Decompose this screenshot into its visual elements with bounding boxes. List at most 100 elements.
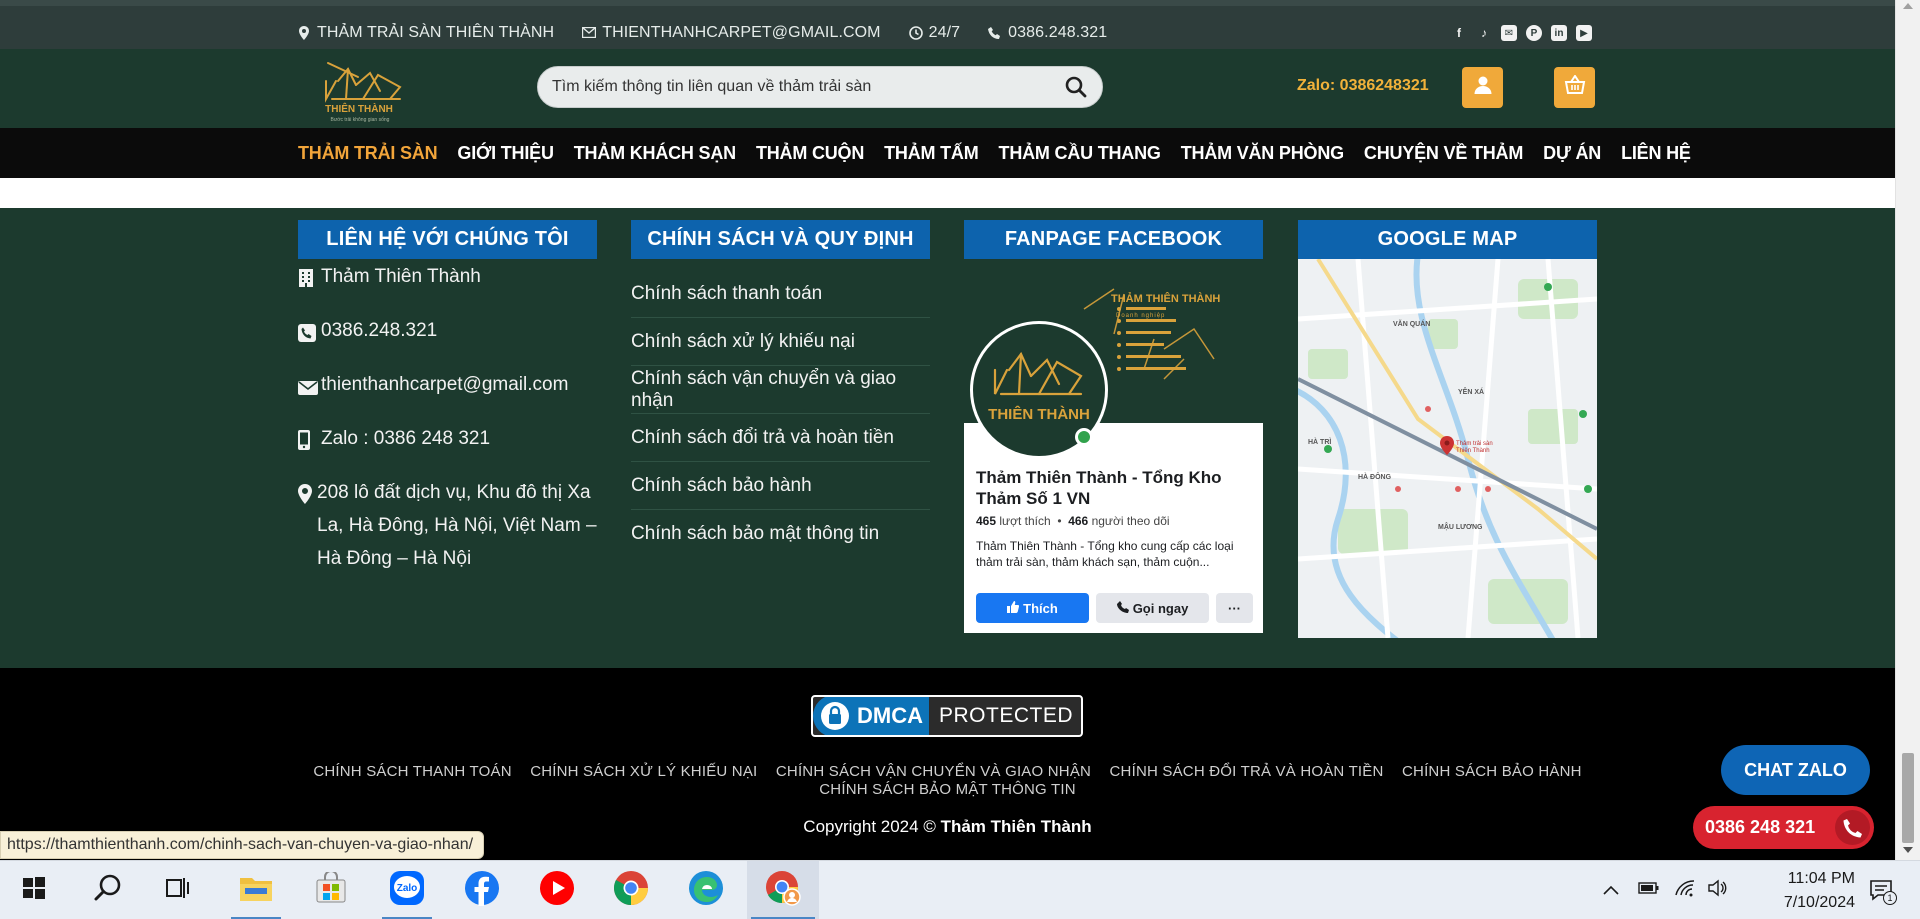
topbar-hours: 24/7 <box>908 24 961 42</box>
mail-icon[interactable]: ✉ <box>1501 25 1517 41</box>
nav-item-tham-tam[interactable]: THẢM TẤM <box>884 143 979 164</box>
phone-icon <box>1116 600 1129 616</box>
dmca-badge[interactable]: DMCA PROTECTED <box>811 693 1083 739</box>
nav-item-tham-cau-thang[interactable]: THẢM CẦU THANG <box>999 143 1161 164</box>
tiktok-icon[interactable]: ♪ <box>1476 25 1492 41</box>
contact-zalo[interactable]: Zalo : 0386 248 321 <box>298 422 598 455</box>
user-icon <box>1473 75 1493 100</box>
taskbar-chrome[interactable] <box>602 861 660 919</box>
topbar-email[interactable]: THIENTHANHCARPET@GMAIL.COM <box>582 24 881 42</box>
nav-item-chuyen-ve-tham[interactable]: CHUYỆN VỀ THẢM <box>1364 143 1523 164</box>
taskbar-edge[interactable] <box>677 861 735 919</box>
start-button[interactable] <box>5 861 63 919</box>
policy-link-complaint[interactable]: Chính sách xử lý khiếu nại <box>631 318 930 366</box>
search-input[interactable]: Tìm kiếm thông tin liên quan về thảm trả… <box>552 78 1064 96</box>
volume-control[interactable] <box>1705 861 1731 919</box>
network-status[interactable] <box>1670 861 1700 919</box>
bottom-link-complaint[interactable]: CHÍNH SÁCH XỬ LÝ KHIẾU NẠI <box>530 763 757 781</box>
nav-item-tham-khach-san[interactable]: THẢM KHÁCH SẠN <box>574 143 736 164</box>
topbar-phone[interactable]: 0386.248.321 <box>988 24 1107 42</box>
fb-page-name[interactable]: Thảm Thiên Thành - Tổng Kho Thảm Số 1 VN <box>976 467 1256 509</box>
facebook-icon[interactable]: f <box>1451 25 1467 41</box>
topbar-address-label: THẢM TRẢI SÀN THIÊN THÀNH <box>317 24 555 41</box>
edge-icon <box>688 870 724 911</box>
bottom-link-refund[interactable]: CHÍNH SÁCH ĐỔI TRẢ VÀ HOÀN TIỀN <box>1110 763 1384 781</box>
nav-item-gioi-thieu[interactable]: GIỚI THIỆU <box>457 143 554 164</box>
policy-link-privacy[interactable]: Chính sách bảo mật thông tin <box>631 510 930 558</box>
nav-item-tham-van-phong[interactable]: THẢM VĂN PHÒNG <box>1181 143 1344 164</box>
logo-text: THIÊN THÀNH <box>325 104 393 115</box>
account-button[interactable] <box>1462 67 1503 108</box>
status-bar-url: https://thamthienthanh.com/chinh-sach-va… <box>0 831 485 859</box>
task-view-button[interactable] <box>150 861 208 919</box>
search-icon[interactable] <box>1064 75 1088 99</box>
tray-overflow-button[interactable] <box>1598 861 1624 919</box>
taskbar-store[interactable] <box>302 861 360 919</box>
browser-page: THẢM TRẢI SÀN THIÊN THÀNH THIENTHANHCARP… <box>0 0 1920 919</box>
youtube-icon[interactable]: ▶ <box>1576 25 1592 41</box>
scroll-up-arrow[interactable] <box>1903 3 1913 9</box>
contact-email[interactable]: thienthanhcarpet@gmail.com <box>298 368 598 401</box>
taskbar-search-button[interactable] <box>79 861 137 919</box>
contact-zalo-label: Zalo : 0386 248 321 <box>321 428 491 449</box>
linkedin-icon[interactable]: in <box>1551 25 1567 41</box>
battery-status[interactable] <box>1636 861 1662 919</box>
taskbar-youtube[interactable] <box>528 861 586 919</box>
fanpage-heading: FANPAGE FACEBOOK <box>964 220 1263 259</box>
windows-taskbar: Zalo 11:04 PM 7/10/2024 1 <box>0 860 1920 919</box>
chevron-up-icon <box>1603 882 1619 900</box>
system-clock[interactable]: 11:04 PM 7/10/2024 <box>1735 867 1855 915</box>
fb-call-button[interactable]: Gọi ngay <box>1096 593 1209 623</box>
nav-item-tham-trai-san[interactable]: THẢM TRẢI SÀN <box>298 143 438 164</box>
notification-center-button[interactable]: 1 <box>1862 861 1902 919</box>
vertical-scrollbar[interactable] <box>1895 0 1920 860</box>
fb-like-button[interactable]: Thích <box>976 593 1089 623</box>
fb-more-button[interactable]: ··· <box>1216 593 1253 623</box>
nav-item-tham-cuon[interactable]: THẢM CUỘN <box>756 143 864 164</box>
bottom-link-payment[interactable]: CHÍNH SÁCH THANH TOÁN <box>313 763 511 781</box>
bottom-link-shipping[interactable]: CHÍNH SÁCH VẬN CHUYỂN VÀ GIAO NHẬN <box>776 763 1091 781</box>
clock-time: 11:04 PM <box>1787 870 1855 887</box>
fb-avatar-text: THIÊN THÀNH <box>988 406 1090 423</box>
search-bar[interactable]: Tìm kiếm thông tin liên quan về thảm trả… <box>537 66 1103 108</box>
scroll-down-arrow[interactable] <box>1903 847 1913 853</box>
taskbar-chrome-active[interactable] <box>747 861 819 919</box>
policy-link-warranty[interactable]: Chính sách bảo hành <box>631 462 930 510</box>
fb-likes-count: 465 <box>976 514 997 528</box>
speaker-icon <box>1707 879 1729 902</box>
fb-page-stats: 465 lượt thích • 466 người theo dõi <box>976 514 1170 528</box>
map-pin-label: Thảm trải sàn Thiên Thành <box>1456 441 1493 454</box>
contact-email-label: thienthanhcarpet@gmail.com <box>321 374 569 395</box>
cart-button[interactable] <box>1554 67 1595 108</box>
policy-link-refund[interactable]: Chính sách đổi trả và hoàn tiền <box>631 414 930 462</box>
facebook-page-widget[interactable]: THẢM THIÊN THÀNH Doanh nghiệp THIÊN THÀN… <box>964 259 1263 633</box>
google-map[interactable]: YÊN XÁ HÀ TRÌ MẬU LƯƠNG VĂN QUÁN HÀ ĐÔNG… <box>1298 259 1597 638</box>
nav-item-lien-he[interactable]: LIÊN HỆ <box>1621 143 1691 164</box>
battery-icon <box>1638 881 1660 900</box>
scroll-thumb[interactable] <box>1902 753 1914 843</box>
contact-list: Thảm Thiên Thành 0386.248.321 thienthanh… <box>298 260 598 596</box>
topbar-address[interactable]: THẢM TRẢI SÀN THIÊN THÀNH <box>297 24 554 42</box>
fb-cover-title: THẢM THIÊN THÀNH <box>1111 293 1221 305</box>
taskbar-facebook[interactable] <box>453 861 511 919</box>
bottom-link-warranty[interactable]: CHÍNH SÁCH BẢO HÀNH <box>1402 763 1582 781</box>
contact-phone[interactable]: 0386.248.321 <box>298 314 598 347</box>
policy-link-shipping[interactable]: Chính sách vận chuyển và giao nhận <box>631 366 930 414</box>
chrome-profile-icon <box>764 869 802 912</box>
footer-widgets: LIÊN HỆ VỚI CHÚNG TÔI Thảm Thiên Thành 0… <box>0 208 1895 668</box>
header-zalo-link[interactable]: Zalo: 0386248321 <box>1297 77 1429 95</box>
chat-zalo-button[interactable]: CHAT ZALO <box>1721 745 1870 795</box>
separator-dot: • <box>1053 514 1065 528</box>
bottom-link-privacy[interactable]: CHÍNH SÁCH BẢO MẬT THÔNG TIN <box>819 781 1075 799</box>
site-logo[interactable]: THIÊN THÀNH Bước trải không gian sống <box>318 51 418 127</box>
envelope-icon <box>298 374 318 395</box>
svg-text:Zalo: Zalo <box>397 883 418 894</box>
contact-address-label: 208 lô đất dịch vụ, Khu đô thị Xa La, Hà… <box>317 482 597 569</box>
taskbar-zalo[interactable]: Zalo <box>378 861 436 919</box>
fb-call-label: Gọi ngay <box>1132 600 1189 616</box>
pinterest-icon[interactable]: P <box>1526 25 1542 41</box>
call-now-button[interactable]: 0386 248 321 <box>1693 806 1874 849</box>
policy-link-payment[interactable]: Chính sách thanh toán <box>631 270 930 318</box>
nav-item-du-an[interactable]: DỰ ÁN <box>1543 143 1601 164</box>
taskbar-file-explorer[interactable] <box>227 861 285 919</box>
